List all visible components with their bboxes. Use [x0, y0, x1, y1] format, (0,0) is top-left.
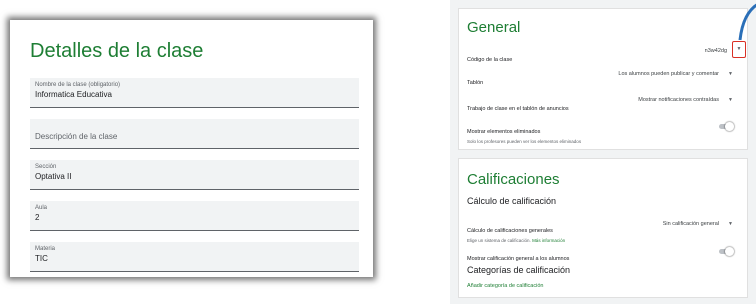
overall-grade-row[interactable]: Cálculo de calificaciones generales Elig…	[467, 219, 733, 243]
deleted-items-toggle[interactable]	[719, 122, 734, 131]
subject-field[interactable]: Materia TIC	[30, 242, 359, 272]
more-info-link[interactable]: Más información	[532, 238, 565, 243]
chevron-down-icon[interactable]: ▼	[728, 97, 733, 103]
chevron-down-icon: ▼	[736, 46, 742, 52]
deleted-items-subtext: Solo los profesores pueden ver los eleme…	[467, 139, 582, 144]
page-title: Detalles de la clase	[30, 40, 204, 62]
room-value: 2	[35, 213, 40, 222]
deleted-items-row: Mostrar elementos eliminados Solo los pr…	[467, 120, 734, 144]
class-code-value: n3w42dg	[704, 48, 727, 54]
class-description-placeholder: Descripción de la clase	[35, 132, 118, 141]
room-field[interactable]: Aula 2	[30, 201, 359, 231]
subject-label: Materia	[35, 246, 56, 252]
section-value: Optativa II	[35, 172, 72, 181]
classwork-label: Trabajo de clase en el tablón de anuncio…	[467, 106, 569, 112]
overall-grade-subtext-text: Elige un sistema de calificación.	[467, 238, 531, 243]
chevron-down-icon[interactable]: ▼	[728, 71, 733, 77]
section-field[interactable]: Sección Optativa II	[30, 160, 359, 190]
add-category-link[interactable]: Añadir categoría de calificación	[467, 283, 543, 289]
grade-categories-heading: Categorías de calificación	[467, 265, 571, 275]
show-overall-grade-row: Mostrar calificación general a los alumn…	[467, 247, 734, 265]
section-label: Sección	[35, 164, 57, 170]
class-details-card: Detalles de la clase Nombre de la clase …	[10, 20, 373, 277]
stream-label: Tablón	[467, 80, 484, 86]
grades-title: Calificaciones	[467, 171, 560, 188]
grade-calculation-heading: Cálculo de calificación	[467, 196, 557, 206]
overall-grade-value[interactable]: Sin calificación general	[663, 221, 719, 227]
show-overall-grade-toggle[interactable]	[719, 247, 734, 256]
settings-panel: General Código de la clase n3w42dg Tabló…	[450, 0, 756, 304]
annotation-arrow-icon	[738, 3, 756, 41]
general-card: General Código de la clase n3w42dg Tabló…	[458, 8, 748, 150]
show-overall-grade-label: Mostrar calificación general a los alumn…	[467, 256, 570, 262]
deleted-items-label: Mostrar elementos eliminados	[467, 129, 541, 135]
overall-grade-subtext: Elige un sistema de calificación. Más in…	[467, 238, 733, 243]
class-name-value: Informatica Educativa	[35, 90, 112, 99]
classwork-value[interactable]: Mostrar notificaciones contraídas	[638, 97, 719, 103]
overall-grade-label: Cálculo de calificaciones generales	[467, 228, 553, 234]
classwork-row[interactable]: Trabajo de clase en el tablón de anuncio…	[467, 97, 733, 115]
class-code-row: Código de la clase n3w42dg	[467, 48, 733, 66]
room-label: Aula	[35, 205, 48, 211]
class-code-dropdown-button[interactable]: ▼	[732, 41, 746, 58]
stream-row[interactable]: Tablón Los alumnos pueden publicar y com…	[467, 71, 733, 89]
subject-value: TIC	[35, 254, 48, 263]
class-name-field[interactable]: Nombre de la clase (obligatorio) Informa…	[30, 78, 359, 108]
class-name-label: Nombre de la clase (obligatorio)	[35, 82, 121, 88]
stream-value[interactable]: Los alumnos pueden publicar y comentar	[618, 71, 719, 77]
general-title: General	[467, 19, 521, 36]
class-code-label: Código de la clase	[467, 57, 513, 63]
grades-card: Calificaciones Cálculo de calificación C…	[458, 158, 748, 298]
class-description-field[interactable]: Descripción de la clase	[30, 119, 359, 149]
chevron-down-icon[interactable]: ▼	[728, 221, 733, 227]
